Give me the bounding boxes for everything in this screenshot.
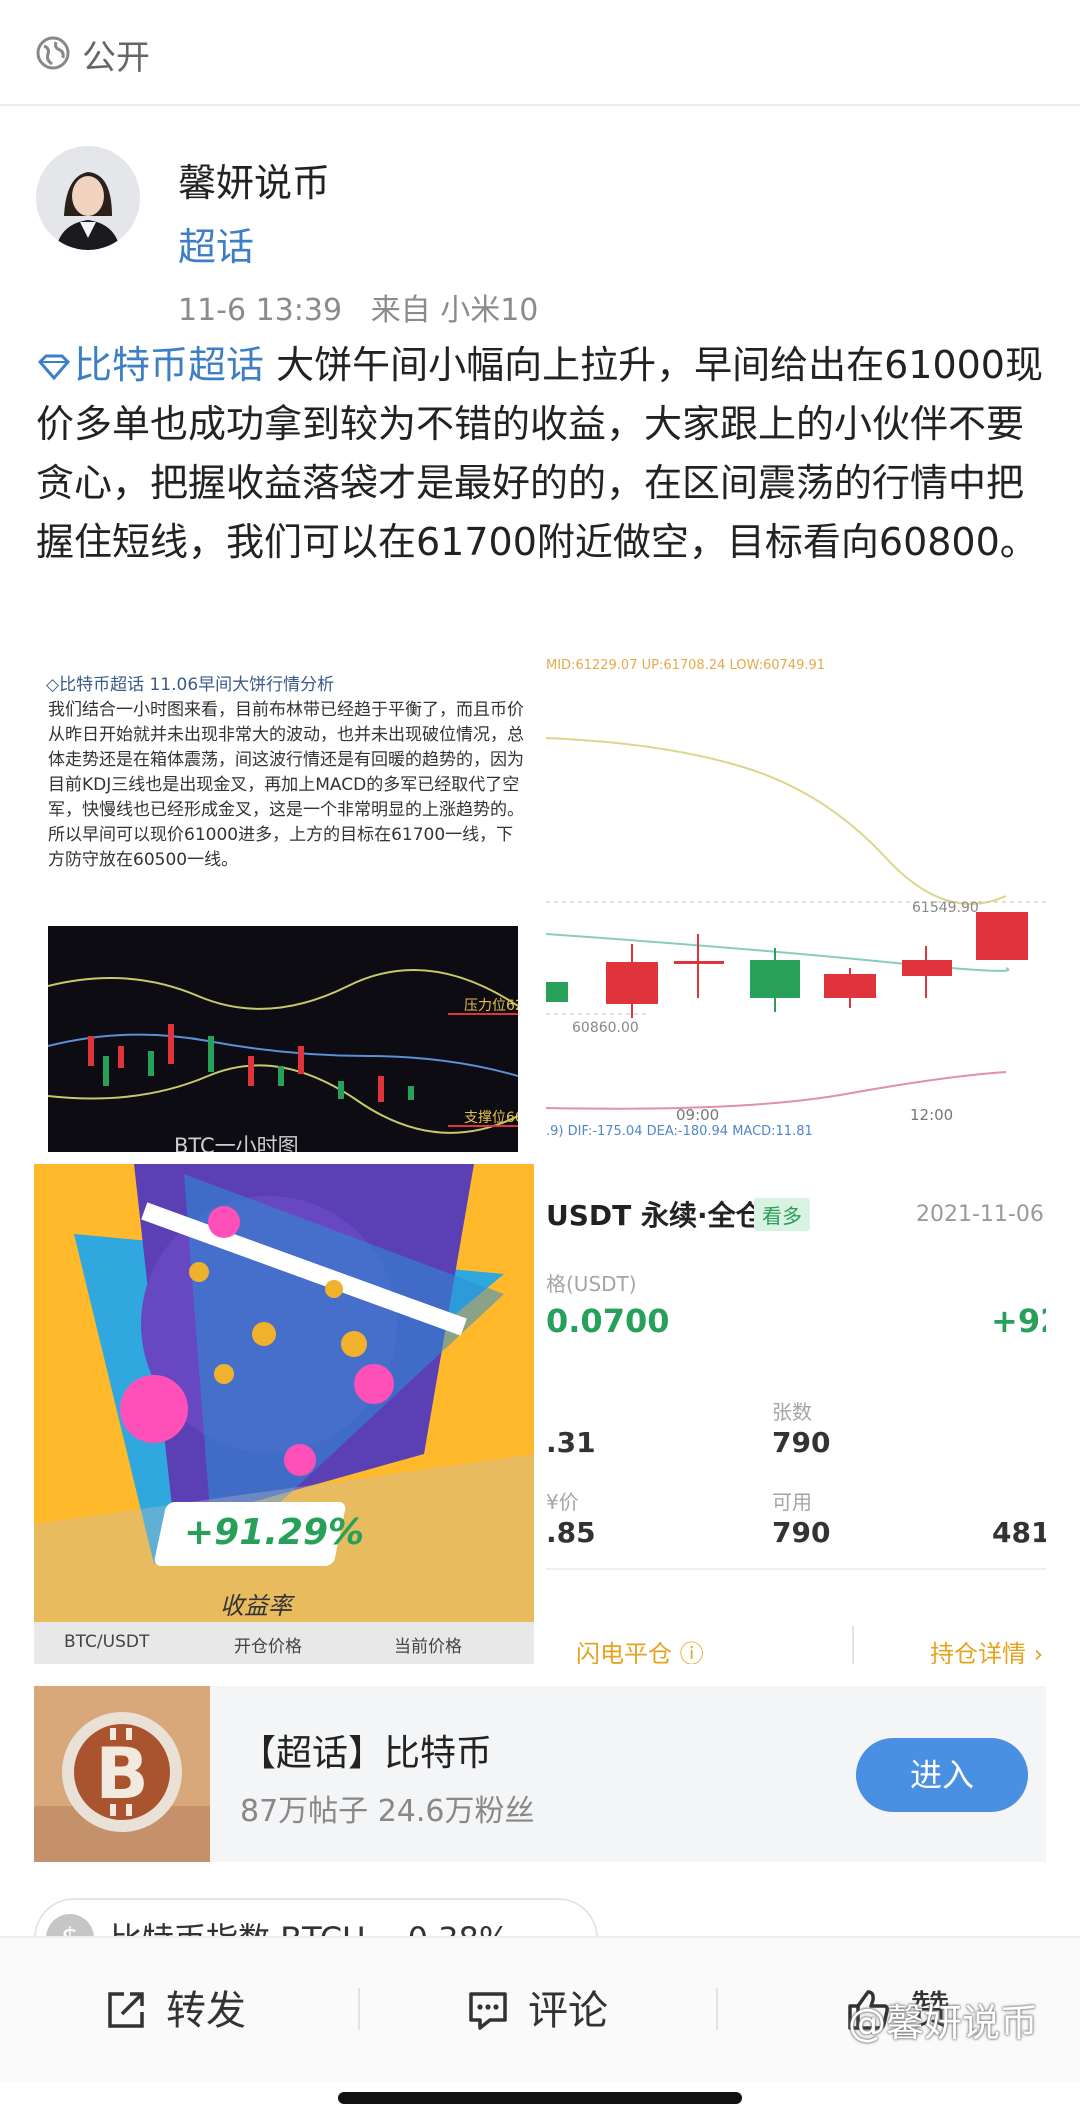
post-text: 比特币超话 大饼午间小幅向上拉升，早间给出在61000现价多单也成功拿到较为不错… [36, 336, 1046, 572]
post-image-analysis[interactable]: ◇比特币超话 11.06早间大饼行情分析 我们结合一小时图来看，目前布林带已经趋… [34, 648, 534, 1152]
watermark: @馨妍说币 [848, 2001, 1039, 2045]
divider [716, 1988, 718, 2030]
visibility-bar: 公开 [0, 0, 1080, 106]
author-name[interactable]: 馨妍说币 [178, 152, 330, 207]
macd-readout: .9) DIF:-175.04 DEA:-180.94 MACD:11.81 [546, 1124, 813, 1139]
contract-title: USDT 永续·全仓 [546, 1199, 764, 1232]
card-title: 【超话】比特币 [240, 1733, 493, 1774]
btc-hour-chart: 压力位62 支撑位60 [47, 926, 524, 1152]
card-stats: 87万帖子 24.6万粉丝 [240, 1794, 535, 1829]
super-topic-card[interactable]: B 【超话】比特币 87万帖子 24.6万粉丝 进入 [34, 1686, 1046, 1862]
chart-caption: BTC一小时图 [174, 1134, 299, 1152]
divider [358, 1988, 360, 2030]
position-date: 2021-11-06 0 [916, 1202, 1046, 1227]
price-label: 格(USDT) [546, 1272, 637, 1296]
post-meta: 11-6 13:39 来自 小米10 [178, 285, 538, 329]
support-label: 支撑位60 [464, 1110, 518, 1126]
position-detail-button: 持仓详情 › [930, 1640, 1044, 1664]
flash-close-button: 闪电平仓 ⓘ [576, 1640, 704, 1664]
value-a: .31 [546, 1426, 596, 1459]
divider [852, 1626, 854, 1664]
post-source: 来自 小米10 [370, 293, 539, 328]
avatar[interactable] [36, 146, 140, 250]
available-label: 可用 [772, 1490, 812, 1514]
high-label: 61549.90 [912, 900, 979, 916]
svg-text:B: B [95, 1733, 148, 1815]
diamond-icon [37, 354, 71, 380]
comment-label: 评论 [528, 1988, 608, 2034]
low-label: 60860.00 [572, 1020, 639, 1036]
time-label-1: 09:00 [676, 1106, 719, 1124]
profit-pct: +92 [991, 1302, 1046, 1340]
share-icon [108, 1992, 144, 2028]
value-c: 481 [992, 1516, 1046, 1549]
analysis-body: 我们结合一小时图来看，目前布林带已经趋于平衡了，而且币价从昨日开始就并未出现非常… [48, 700, 524, 870]
avg-label: ¥价 [546, 1490, 579, 1514]
resistance-label: 压力位62 [464, 998, 518, 1014]
post-image-profit[interactable]: +91.29% 收益率 BTC/USDT 开仓价格 当前价格 [34, 1164, 534, 1664]
available-value: 790 [772, 1516, 831, 1549]
comment-icon [469, 1992, 507, 2030]
profit-rate-label: 收益率 [220, 1592, 292, 1620]
value-b: .85 [546, 1516, 596, 1549]
comment-button[interactable]: 评论 [466, 1978, 608, 2036]
qty-label: 张数 [772, 1400, 812, 1424]
post-time: 11-6 13:39 [178, 293, 343, 328]
super-topic-link[interactable]: 超话 [178, 216, 254, 271]
globe-icon [36, 36, 70, 70]
share-label: 转发 [166, 1988, 246, 2034]
analysis-title: ◇比特币超话 11.06早间大饼行情分析 [46, 675, 335, 695]
topic-tag-label: 比特币超话 [74, 343, 265, 387]
post-image-position[interactable]: USDT 永续·全仓 看多 2021-11-06 0 格(USDT) 0.070… [546, 1164, 1046, 1664]
bitcoin-logo-icon: B [34, 1686, 210, 1862]
share-button[interactable]: 转发 [104, 1978, 246, 2036]
divider [546, 1568, 1046, 1570]
profit-table-header: BTC/USDT 开仓价格 当前价格 [34, 1622, 534, 1664]
qty-value: 790 [772, 1426, 831, 1459]
time-label-2: 12:00 [910, 1106, 953, 1124]
post-image-candles[interactable]: MID:61229.07 UP:61708.24 LOW:60749.91 61… [546, 648, 1046, 1152]
visibility-label: 公开 [82, 38, 150, 78]
long-badge: 看多 [754, 1198, 810, 1231]
home-indicator[interactable] [338, 2092, 742, 2104]
enter-button[interactable]: 进入 [856, 1738, 1028, 1812]
price-value: 0.0700 [546, 1302, 670, 1340]
topic-tag-link[interactable]: 比特币超话 [36, 343, 264, 387]
profit-rate-value: +91.29% [184, 1512, 365, 1553]
